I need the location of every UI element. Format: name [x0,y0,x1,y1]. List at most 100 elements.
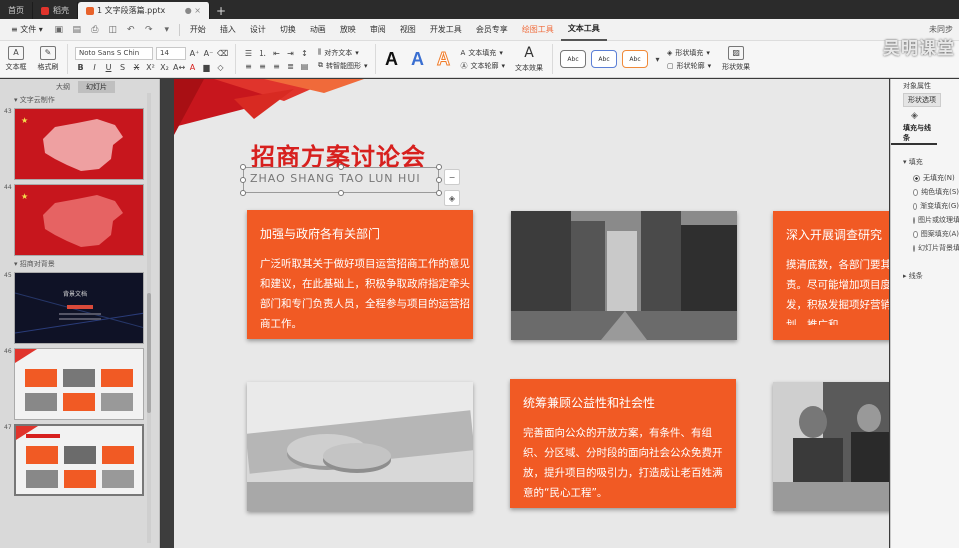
eraser-icon[interactable]: ◇ [215,63,226,72]
menu-slideshow[interactable]: 放映 [333,19,363,41]
fill-bucket-icon[interactable]: ◈ [891,111,959,121]
section-header-1[interactable]: ▾ 文字云制作 [0,94,159,106]
pattern-fill-radio[interactable]: 图案填充(A) [891,227,959,241]
menu-design[interactable]: 设计 [243,19,273,41]
resize-handle[interactable] [240,190,246,196]
resize-handle[interactable] [436,190,442,196]
resize-handle[interactable] [240,177,246,183]
business-people-photo[interactable] [773,382,889,511]
shrink-font-icon[interactable]: A⁻ [203,49,214,58]
smart-art-button[interactable]: ⧉ 转智能图形 ▾ [318,61,368,71]
textbox-button[interactable]: A 文本框 [0,46,32,72]
numbering-icon[interactable]: ⒈ [257,48,268,59]
menu-view[interactable]: 视图 [393,19,423,41]
close-tab-icon[interactable]: ● × [185,6,201,15]
tab-slides[interactable]: 幻灯片 [78,80,115,93]
distribute-icon[interactable]: ▤ [299,62,310,71]
slide-thumbnail-47-selected[interactable] [14,424,144,496]
card-public-welfare[interactable]: 统筹兼顾公益性和社会性 完善面向公众的开放方案，有条件、有组织、分区域、分时段的… [510,379,736,508]
undo-icon[interactable]: ↶ [125,24,137,36]
fill-section-header[interactable]: ▾ 填充 [891,157,959,167]
slide-thumbnail-44[interactable]: ★ [14,184,144,256]
print-icon[interactable]: ⎙ [89,24,101,36]
align-left-icon[interactable]: ≡ [243,62,254,71]
resize-handle[interactable] [338,190,344,196]
thumbnail-scrollbar[interactable] [147,93,151,543]
menu-animation[interactable]: 动画 [303,19,333,41]
picture-fill-radio[interactable]: 图片或纹理填充 [891,213,959,227]
menu-start[interactable]: 开始 [183,19,213,41]
current-slide[interactable]: 招商方案讨论会 ZHAO SHANG TAO LUN HUI − ◈ ✎ ◩ ▢… [174,79,889,548]
align-center-icon[interactable]: ≡ [257,62,268,71]
line-section-header[interactable]: ▸ 线条 [891,271,959,281]
char-spacing-icon[interactable]: A↔ [173,63,185,72]
italic-icon[interactable]: I [89,63,100,72]
font-name-select[interactable]: Noto Sans S Chin [75,46,153,60]
slide-thumbnail-46[interactable] [14,348,144,420]
background-fill-radio[interactable]: 幻灯片背景填充 [891,241,959,255]
layers-icon[interactable]: ◈ [444,190,460,206]
card-government[interactable]: 加强与政府各有关部门 广泛听取其关于做好项目运营招商工作的意见和建议，在此基础上… [247,210,473,339]
clear-format-icon[interactable]: ⌫ [217,49,228,58]
section-header-2[interactable]: ▾ 招商对背景 [0,258,159,270]
new-tab-button[interactable]: + [210,2,232,19]
shape-style-3[interactable]: Abc [622,50,649,68]
menu-text-tool[interactable]: 文本工具 [560,19,607,41]
align-right-icon[interactable]: ≡ [271,62,282,71]
tab-store[interactable]: 稻壳 [33,2,78,19]
resize-handle[interactable] [240,164,246,170]
menu-devtools[interactable]: 开发工具 [423,19,469,41]
shape-options-tab[interactable]: 形状选项 [903,93,941,107]
font-size-select[interactable]: 14 [156,46,186,60]
grow-font-icon[interactable]: A⁺ [189,49,200,58]
slide-thumbnail-45[interactable]: 背景文档 [14,272,144,344]
scrollbar-handle[interactable] [147,293,151,413]
text-outline-button[interactable]: Ⓐ 文本轮廓 ▾ [461,61,506,71]
menu-transition[interactable]: 切换 [273,19,303,41]
text-style-outline[interactable]: A [431,48,457,70]
format-painter-button[interactable]: ✎ 格式刷 [32,46,64,72]
no-fill-radio[interactable]: 无填充(N) [891,171,959,185]
menu-draw-tool[interactable]: 绘图工具 [515,19,561,41]
card-research[interactable]: 深入开展调查研究 摸清底数，各部门要其责。尽可能增加项目度出发，积极发掘项好营销… [773,211,889,340]
city-street-photo[interactable] [511,211,737,340]
text-effect-button[interactable]: A 文本效果 [509,45,549,73]
subscript-icon[interactable]: X₂ [159,63,170,72]
shape-outline-button[interactable]: ▢ 形状轮廓 ▾ [667,61,711,71]
gallery-more-icon[interactable]: ▾ [652,55,663,64]
menu-insert[interactable]: 插入 [213,19,243,41]
bold-icon[interactable]: B [75,63,86,72]
underline-icon[interactable]: U [103,63,114,72]
outdent-icon[interactable]: ⇤ [271,49,282,58]
menu-member[interactable]: 会员专享 [469,19,515,41]
text-style-black[interactable]: A [379,49,405,70]
shape-style-1[interactable]: Abc [560,50,587,68]
solid-fill-radio[interactable]: 纯色填充(S) [891,185,959,199]
justify-icon[interactable]: ≣ [285,62,296,71]
fill-line-tab[interactable]: 填充与线条 [891,123,937,145]
collapse-icon[interactable]: − [444,169,460,185]
strikethrough-icon[interactable]: X [131,63,142,72]
redo-icon[interactable]: ↷ [143,24,155,36]
tab-document[interactable]: 1 文字段落篇.pptx ● × [78,2,210,19]
shadow-icon[interactable]: S [117,63,128,72]
line-spacing-icon[interactable]: ↕ [299,49,310,58]
align-text-button[interactable]: ⫼ 对齐文本 ▾ [318,48,368,58]
indent-icon[interactable]: ⇥ [285,49,296,58]
bullets-icon[interactable]: ☰ [243,49,254,58]
money-coins-photo[interactable] [247,382,473,511]
preview-icon[interactable]: ◫ [107,24,119,36]
gradient-fill-radio[interactable]: 渐变填充(G) [891,199,959,213]
shape-fill-button[interactable]: ◈ 形状填充 ▾ [667,48,711,58]
highlight-icon[interactable]: ▆ [201,63,212,72]
menu-review[interactable]: 审阅 [363,19,393,41]
text-fill-button[interactable]: A 文本填充 ▾ [461,48,506,58]
save-icon[interactable]: ▣ [53,24,65,36]
file-menu[interactable]: ≡ 文件 ▾ [4,19,50,41]
slide-subtitle[interactable]: ZHAO SHANG TAO LUN HUI [250,172,421,185]
text-style-blue[interactable]: A [405,49,431,70]
dropdown-icon[interactable]: ▾ [161,24,173,36]
font-color-icon[interactable]: A [187,63,198,72]
shape-effect-button[interactable]: ▨ 形状效果 [715,46,757,72]
tab-outline[interactable]: 大纲 [48,81,78,93]
